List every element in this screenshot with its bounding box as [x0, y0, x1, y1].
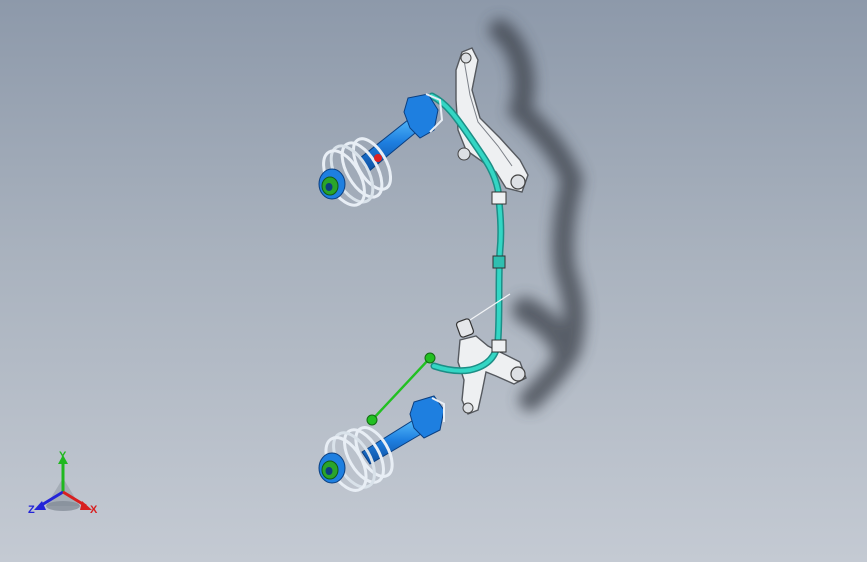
upper-strut-mount: [318, 168, 346, 200]
suspension-model[interactable]: [0, 0, 867, 562]
triad-label-x: X: [90, 504, 98, 516]
lower-control-arm[interactable]: [455, 318, 527, 415]
model-shadow: [489, 19, 586, 411]
upper-strut-assembly[interactable]: [315, 93, 444, 212]
triad-label-z: Z: [28, 504, 35, 516]
reference-triad[interactable]: Y Z X: [22, 448, 106, 522]
graphics-viewport[interactable]: Y Z X: [0, 0, 867, 562]
lower-strut-mount: [318, 452, 346, 484]
triad-label-y: Y: [59, 450, 67, 462]
